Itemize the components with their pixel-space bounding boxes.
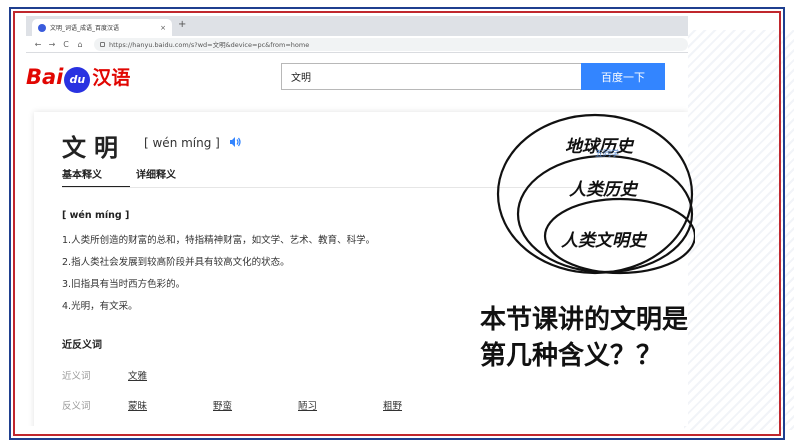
definition-tabs: 基本释义 详细释义 bbox=[62, 166, 176, 188]
browser-tab-bar: 文明_词语_成语_百度汉语 × + bbox=[26, 16, 688, 36]
search-button[interactable]: 百度一下 bbox=[581, 63, 665, 90]
definition-item: 4.光明，有文采。 bbox=[62, 301, 138, 312]
lesson-question: 本节课讲的文明是 第几种含义？？ bbox=[480, 302, 688, 374]
entry-pinyin: [ wén míng ] bbox=[144, 136, 220, 150]
baidu-hanyu-logo[interactable]: Bai du 汉语 bbox=[26, 63, 131, 93]
definition-item: 3.旧指具有当时西方色彩的。 bbox=[62, 279, 186, 290]
home-icon[interactable]: ⌂ bbox=[76, 40, 84, 49]
forward-icon[interactable]: → bbox=[48, 40, 56, 49]
logo-du: du bbox=[69, 73, 86, 86]
definition-item: 1.人类所创造的财富的总和，特指精神财富，如文学、艺术、教育、科学。 bbox=[62, 235, 376, 246]
lock-icon bbox=[100, 41, 105, 47]
url-input[interactable]: https://hanyu.baidu.com/s?wd=文明&device=p… bbox=[94, 37, 688, 51]
entry-word: 文明 bbox=[62, 134, 126, 162]
synonyms-section-title: 近反义词 bbox=[62, 340, 102, 351]
synonym-link[interactable]: 文雅 bbox=[128, 368, 147, 382]
synonym-label: 近义词 bbox=[62, 371, 91, 382]
antonym-label: 反义词 bbox=[62, 401, 91, 412]
question-line-2: 第几种含义？？ bbox=[480, 341, 663, 371]
address-bar: ← → C ⌂ https://hanyu.baidu.com/s?wd=文明&… bbox=[26, 36, 688, 53]
question-line-1: 本节课讲的文明是 bbox=[480, 305, 689, 335]
speaker-icon[interactable] bbox=[228, 135, 242, 149]
baidu-favicon-icon bbox=[38, 23, 46, 32]
tab-title: 文明_词语_成语_百度汉语 bbox=[50, 25, 120, 32]
close-icon[interactable]: × bbox=[160, 24, 166, 32]
new-tab-icon[interactable]: + bbox=[178, 19, 186, 30]
watermark-text: 五同学 bbox=[595, 149, 619, 158]
history-nesting-diagram: 地球历史 五同学 人类历史 人类文明史 bbox=[495, 104, 697, 276]
logo-bai: Bai bbox=[26, 64, 64, 89]
antonym-link[interactable]: 粗野 bbox=[383, 398, 402, 412]
search-input[interactable]: 文明 bbox=[281, 63, 581, 90]
tab-detailed-definition[interactable]: 详细释义 bbox=[136, 166, 176, 188]
url-text: https://hanyu.baidu.com/s?wd=文明&device=p… bbox=[109, 41, 310, 49]
inner-label: 人类文明史 bbox=[561, 231, 646, 251]
reload-icon[interactable]: C bbox=[62, 40, 70, 49]
back-icon[interactable]: ← bbox=[34, 40, 42, 49]
definition-item: 2.指人类社会发展到较高阶段并具有较高文化的状态。 bbox=[62, 257, 290, 268]
tab-basic-definition[interactable]: 基本释义 bbox=[62, 166, 130, 188]
definition-pinyin: [ wén míng ] bbox=[62, 210, 130, 221]
antonym-link[interactable]: 陋习 bbox=[298, 398, 317, 412]
logo-hanyu: 汉语 bbox=[92, 67, 131, 89]
browser-tab[interactable]: 文明_词语_成语_百度汉语 × bbox=[32, 19, 172, 36]
middle-ellipse bbox=[516, 154, 694, 274]
middle-label: 人类历史 bbox=[569, 180, 637, 200]
baidu-paw-icon: du bbox=[64, 66, 91, 93]
antonym-link[interactable]: 蒙昧 bbox=[128, 398, 147, 412]
antonym-link[interactable]: 野蛮 bbox=[213, 398, 232, 412]
